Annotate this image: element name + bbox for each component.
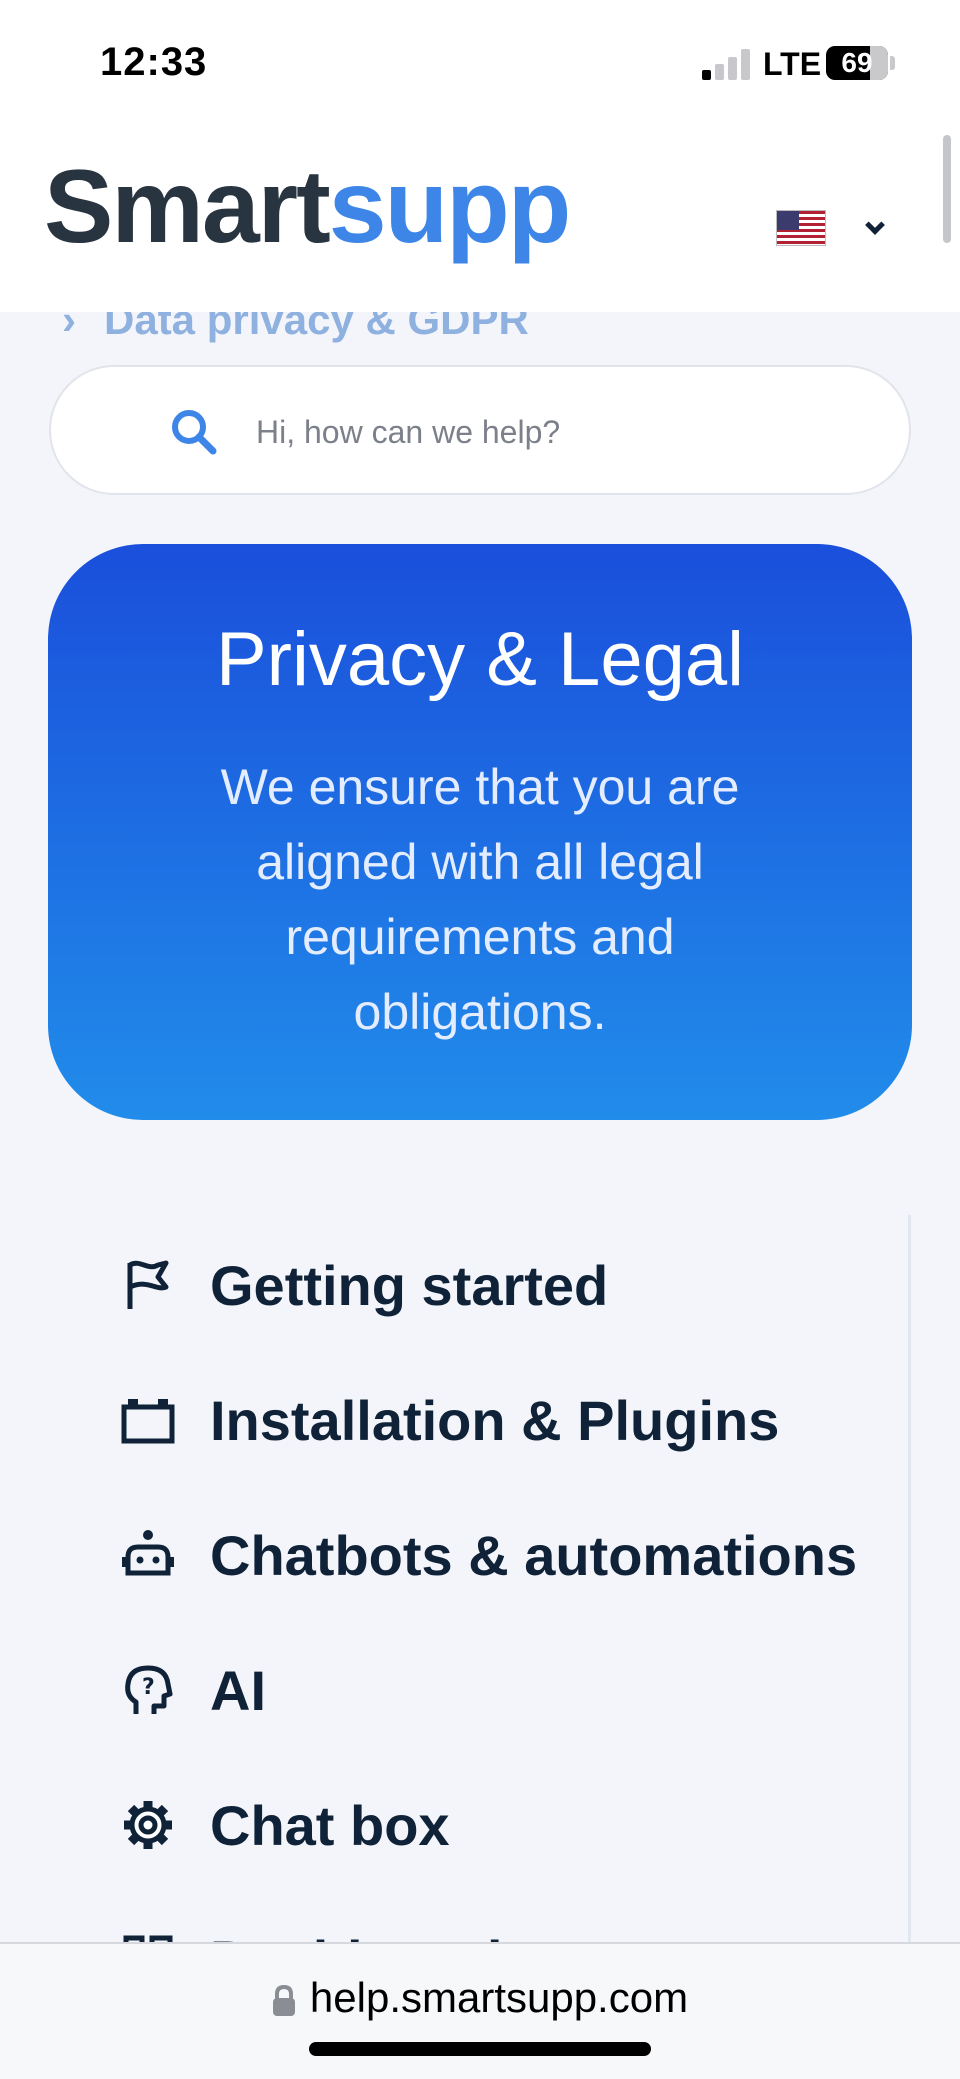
- category-hero-card: Privacy & Legal We ensure that you are a…: [48, 544, 912, 1120]
- us-flag-icon: [776, 210, 826, 246]
- category-label: Chat box: [210, 1793, 450, 1857]
- search-icon: [172, 410, 217, 455]
- status-bar: 12:33 LTE 69: [0, 0, 960, 125]
- category-ai[interactable]: ? AI: [118, 1650, 266, 1730]
- lock-icon: [272, 1984, 295, 2016]
- page-scrollbar[interactable]: [943, 135, 951, 243]
- category-installation-plugins[interactable]: Installation & Plugins: [118, 1380, 779, 1460]
- browser-address-bar[interactable]: help.smartsupp.com: [0, 1942, 960, 2079]
- battery-icon: 69: [826, 46, 888, 80]
- flag-icon: [118, 1255, 178, 1315]
- page-title: Privacy & Legal: [215, 617, 745, 702]
- category-getting-started[interactable]: Getting started: [118, 1245, 608, 1325]
- language-selector[interactable]: [776, 210, 885, 246]
- category-label: Installation & Plugins: [210, 1388, 780, 1452]
- category-label: Chatbots & automations: [210, 1523, 858, 1587]
- page-description: We ensure that you are aligned with all …: [220, 759, 740, 1040]
- signal-icon: [702, 48, 754, 80]
- ai-head-icon: ?: [118, 1660, 178, 1720]
- chevron-down-icon: [865, 215, 885, 235]
- plugin-icon: [118, 1390, 178, 1450]
- status-time: 12:33: [100, 40, 208, 84]
- url-text: help.smartsupp.com: [309, 1974, 689, 2021]
- svg-text:?: ?: [142, 1675, 155, 1700]
- gear-icon: [118, 1795, 178, 1855]
- home-indicator[interactable]: [309, 2042, 651, 2056]
- battery-level: 69: [841, 47, 873, 78]
- category-label: Getting started: [210, 1253, 609, 1317]
- url-display[interactable]: help.smartsupp.com: [0, 1974, 960, 2022]
- logo-text-smart: Smart: [44, 149, 331, 265]
- network-label: LTE: [763, 46, 822, 82]
- logo-text-supp: supp: [328, 149, 571, 265]
- smartsupp-logo[interactable]: Smartsupp: [44, 155, 571, 259]
- site-header: Smartsupp: [0, 125, 960, 312]
- search-input[interactable]: [256, 397, 856, 467]
- search-bar[interactable]: [49, 365, 911, 495]
- category-chat-box[interactable]: Chat box: [118, 1785, 450, 1865]
- category-chatbots-automations[interactable]: Chatbots & automations: [118, 1515, 857, 1595]
- category-list: Getting started Installation & Plugins C…: [0, 1175, 960, 1992]
- category-list-divider: [908, 1215, 911, 1945]
- category-label: AI: [210, 1658, 266, 1722]
- battery-nub: [890, 56, 895, 70]
- robot-icon: [118, 1525, 178, 1585]
